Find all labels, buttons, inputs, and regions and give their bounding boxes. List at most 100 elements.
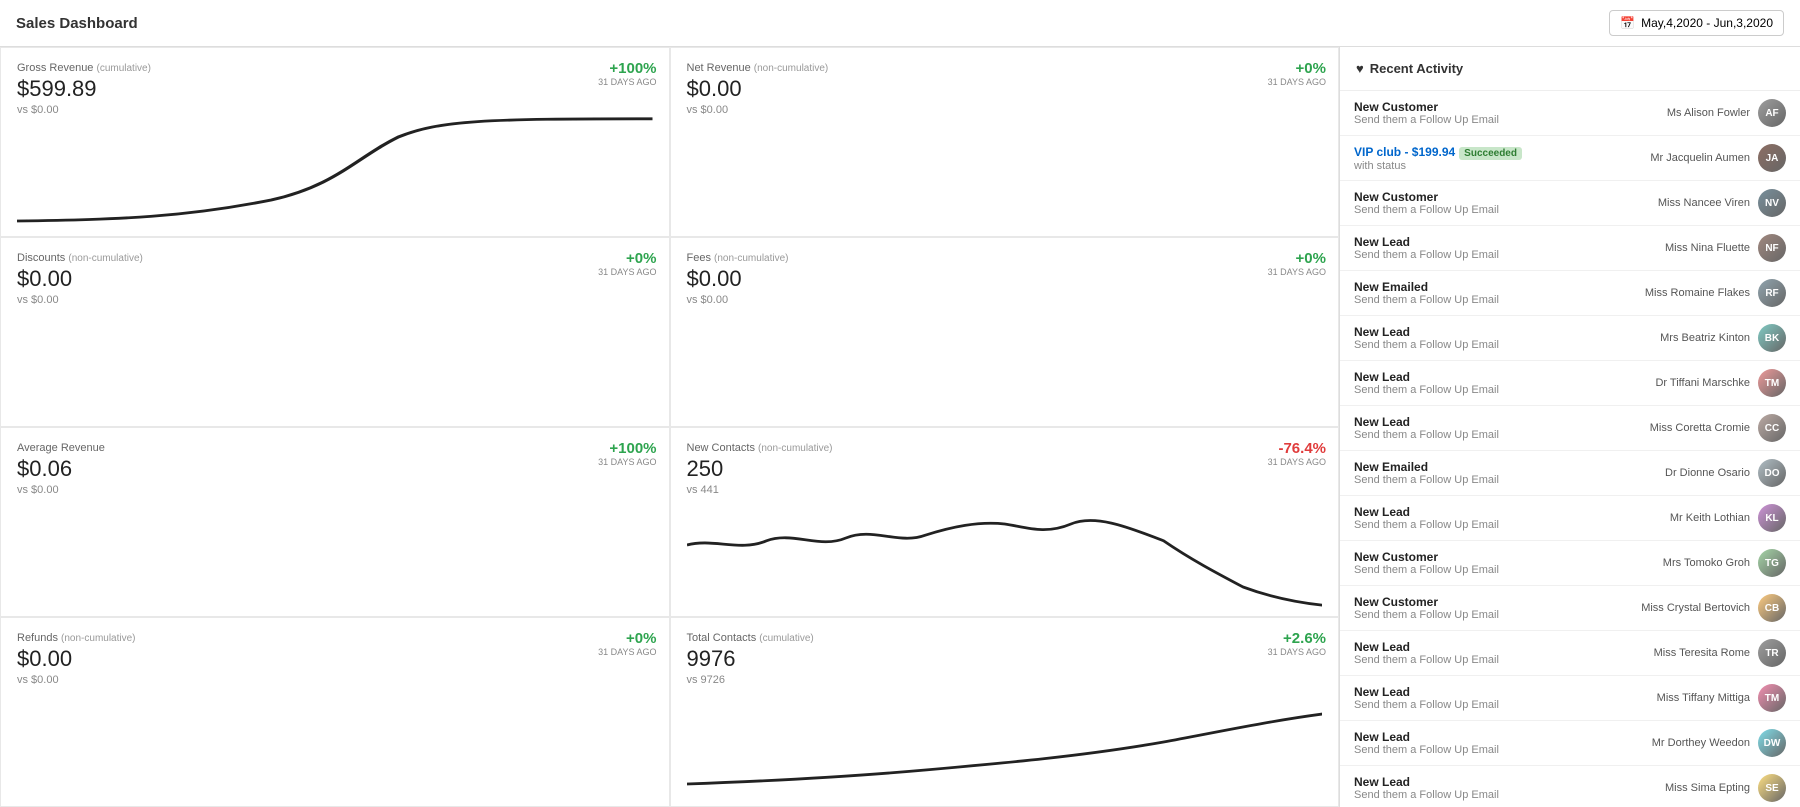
activity-item: New Lead Send them a Follow Up Email Mis… [1340, 676, 1800, 721]
person-name: Miss Tiffany Mittiga [1630, 692, 1750, 704]
metric-vs-average-revenue: vs $0.00 [17, 484, 105, 496]
metric-ago-fees: 31 DAYS AGO [1268, 267, 1326, 277]
activity-left: New Lead Send them a Follow Up Email [1354, 235, 1630, 261]
activity-list: New Customer Send them a Follow Up Email… [1340, 91, 1800, 807]
activity-right: Mrs Tomoko Groh TG [1630, 549, 1786, 577]
metric-label-refunds: Refunds (non-cumulative) [17, 632, 136, 644]
metric-value-gross-revenue: $599.89 [17, 76, 151, 102]
activity-type: New Lead [1354, 640, 1630, 654]
recent-activity-header: ♥ Recent Activity [1340, 47, 1800, 91]
activity-item: New Customer Send them a Follow Up Email… [1340, 91, 1800, 136]
metric-pct-gross-revenue: +100% [609, 60, 656, 77]
avatar: NF [1758, 234, 1786, 262]
activity-left: New Lead Send them a Follow Up Email [1354, 685, 1630, 711]
metric-ago-gross-revenue: 31 DAYS AGO [598, 77, 656, 87]
chart-gross-revenue [17, 116, 653, 228]
person-name: Mr Dorthey Weedon [1630, 737, 1750, 749]
metric-vs-net-revenue: vs $0.00 [687, 104, 829, 116]
person-name: Mr Jacquelin Aumen [1630, 152, 1750, 164]
metric-value-total-contacts: 9976 [687, 646, 814, 672]
person-name: Miss Coretta Cromie [1630, 422, 1750, 434]
date-range-button[interactable]: 📅 May,4,2020 - Jun,3,2020 [1609, 10, 1784, 36]
metric-value-new-contacts: 250 [687, 456, 833, 482]
activity-type: New Lead [1354, 685, 1630, 699]
activity-right: Ms Alison Fowler AF [1630, 99, 1786, 127]
activity-item: New Lead Send them a Follow Up Email Mr … [1340, 496, 1800, 541]
activity-type: New Lead [1354, 415, 1630, 429]
person-name: Miss Teresita Rome [1630, 647, 1750, 659]
metric-pct-net-revenue: +0% [1296, 60, 1326, 77]
calendar-icon: 📅 [1620, 16, 1635, 30]
activity-type[interactable]: VIP club - $199.94Succeeded [1354, 145, 1630, 160]
activity-right: Miss Sima Epting SE [1630, 774, 1786, 802]
person-name: Dr Dionne Osario [1630, 467, 1750, 479]
avatar: RF [1758, 279, 1786, 307]
metric-label-average-revenue: Average Revenue [17, 442, 105, 454]
person-name: Mrs Tomoko Groh [1630, 557, 1750, 569]
metric-ago-new-contacts: 31 DAYS AGO [1268, 457, 1326, 467]
top-bar: Sales Dashboard 📅 May,4,2020 - Jun,3,202… [0, 0, 1800, 47]
metric-value-average-revenue: $0.06 [17, 456, 105, 482]
metric-value-net-revenue: $0.00 [687, 76, 829, 102]
recent-activity-title: Recent Activity [1370, 61, 1463, 76]
avatar: BK [1758, 324, 1786, 352]
avatar: NV [1758, 189, 1786, 217]
activity-sub: Send them a Follow Up Email [1354, 789, 1630, 801]
metric-ago-total-contacts: 31 DAYS AGO [1268, 647, 1326, 657]
activity-left: New Customer Send them a Follow Up Email [1354, 595, 1630, 621]
activity-type: New Emailed [1354, 460, 1630, 474]
activity-left: New Lead Send them a Follow Up Email [1354, 730, 1630, 756]
date-range-label: May,4,2020 - Jun,3,2020 [1641, 16, 1773, 30]
avatar: TR [1758, 639, 1786, 667]
activity-type: New Lead [1354, 325, 1630, 339]
activity-left: New Customer Send them a Follow Up Email [1354, 100, 1630, 126]
activity-item: New Lead Send them a Follow Up Email Mis… [1340, 631, 1800, 676]
activity-right: Mrs Beatriz Kinton BK [1630, 324, 1786, 352]
avatar: DW [1758, 729, 1786, 757]
metric-pct-total-contacts: +2.6% [1283, 630, 1326, 647]
metric-label-new-contacts: New Contacts (non-cumulative) [687, 442, 833, 454]
metric-ago-refunds: 31 DAYS AGO [598, 647, 656, 657]
avatar: DO [1758, 459, 1786, 487]
activity-item: New Lead Send them a Follow Up Email Mis… [1340, 406, 1800, 451]
metric-vs-discounts: vs $0.00 [17, 294, 143, 306]
metric-badge-discounts: +0% 31 DAYS AGO [598, 250, 656, 277]
activity-right: Mr Jacquelin Aumen JA [1630, 144, 1786, 172]
metric-badge-average-revenue: +100% 31 DAYS AGO [598, 440, 656, 467]
person-name: Miss Romaine Flakes [1630, 287, 1750, 299]
activity-item: New Emailed Send them a Follow Up Email … [1340, 451, 1800, 496]
activity-left: New Lead Send them a Follow Up Email [1354, 775, 1630, 801]
activity-sub: Send them a Follow Up Email [1354, 114, 1630, 126]
activity-item: New Lead Send them a Follow Up Email Mis… [1340, 226, 1800, 271]
activity-type: New Lead [1354, 730, 1630, 744]
metric-card-new-contacts: New Contacts (non-cumulative) 250 vs 441… [670, 427, 1340, 617]
activity-right: Miss Teresita Rome TR [1630, 639, 1786, 667]
activity-sub: Send them a Follow Up Email [1354, 564, 1630, 576]
activity-left: New Lead Send them a Follow Up Email [1354, 415, 1630, 441]
activity-right: Miss Nancee Viren NV [1630, 189, 1786, 217]
activity-sub: Send them a Follow Up Email [1354, 609, 1630, 621]
activity-sub: Send them a Follow Up Email [1354, 384, 1630, 396]
avatar: TM [1758, 369, 1786, 397]
chart-total-contacts [687, 686, 1323, 798]
activity-right: Miss Coretta Cromie CC [1630, 414, 1786, 442]
activity-type: New Lead [1354, 505, 1630, 519]
metric-badge-fees: +0% 31 DAYS AGO [1268, 250, 1326, 277]
metric-vs-refunds: vs $0.00 [17, 674, 136, 686]
activity-item: New Lead Send them a Follow Up Email Mrs… [1340, 316, 1800, 361]
activity-type: New Lead [1354, 775, 1630, 789]
metric-ago-average-revenue: 31 DAYS AGO [598, 457, 656, 467]
avatar: SE [1758, 774, 1786, 802]
activity-right: Mr Keith Lothian KL [1630, 504, 1786, 532]
activity-left: New Lead Send them a Follow Up Email [1354, 640, 1630, 666]
activity-left: New Lead Send them a Follow Up Email [1354, 505, 1630, 531]
activity-left: New Customer Send them a Follow Up Email [1354, 190, 1630, 216]
activity-sub: Send them a Follow Up Email [1354, 474, 1630, 486]
activity-item: VIP club - $199.94Succeeded with status … [1340, 136, 1800, 181]
person-name: Miss Crystal Bertovich [1630, 602, 1750, 614]
metric-label-net-revenue: Net Revenue (non-cumulative) [687, 62, 829, 74]
activity-left: VIP club - $199.94Succeeded with status [1354, 145, 1630, 172]
activity-type: New Emailed [1354, 280, 1630, 294]
page-title: Sales Dashboard [16, 15, 138, 32]
metric-vs-fees: vs $0.00 [687, 294, 789, 306]
